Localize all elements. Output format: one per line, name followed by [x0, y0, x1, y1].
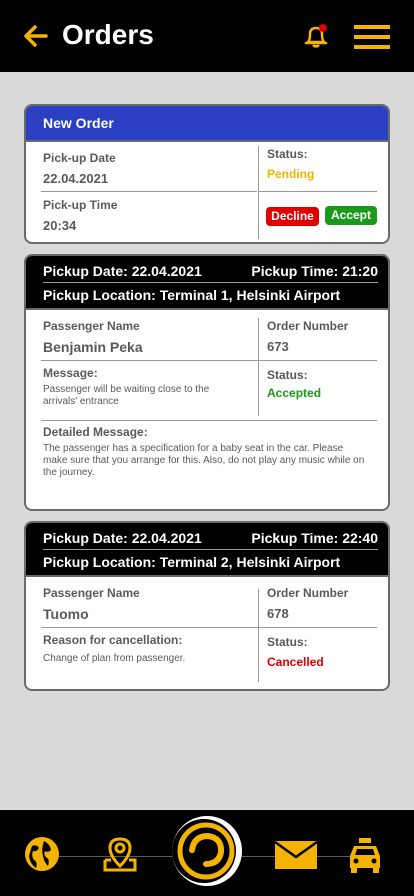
divider — [41, 627, 377, 628]
decline-button[interactable]: Decline — [266, 207, 319, 226]
taxi-icon[interactable] — [348, 836, 382, 874]
home-logo-icon[interactable] — [172, 814, 244, 888]
accept-button[interactable]: Accept — [325, 206, 377, 225]
divider — [258, 146, 259, 239]
map-pin-icon[interactable] — [102, 836, 138, 872]
status-label: Status: — [267, 147, 308, 161]
message-label: Message: — [43, 366, 98, 380]
pickup-location: Terminal 1, Helsinki Airport — [159, 287, 341, 303]
detailed-message-label: Detailed Message: — [43, 425, 148, 439]
passenger-name: Benjamin Peka — [43, 339, 143, 355]
order-header: Pickup Date: 22.04.2021 Pickup Time: 22:… — [26, 523, 388, 577]
pickup-date: 22.04.2021 — [131, 530, 202, 546]
new-order-card[interactable]: New Order Pick-up Date 22.04.2021 Pick-u… — [24, 104, 390, 244]
divider — [258, 318, 259, 416]
pickup-date: 22.04.2021 — [131, 263, 202, 279]
mail-icon[interactable] — [274, 840, 318, 870]
notification-bell-icon[interactable] — [302, 22, 330, 50]
app-header: Orders — [0, 0, 414, 72]
order-number-label: Order Number — [267, 319, 349, 333]
passenger-name-label: Passenger Name — [43, 586, 140, 600]
divider — [258, 191, 377, 192]
cancellation-reason-text: Change of plan from passenger. — [43, 653, 186, 664]
bottom-nav — [0, 810, 414, 896]
order-card[interactable]: Pickup Date: 22.04.2021 Pickup Time: 21:… — [24, 254, 390, 511]
back-arrow-icon[interactable] — [22, 22, 50, 50]
order-number: 673 — [267, 339, 289, 354]
divider — [41, 360, 377, 361]
new-order-heading: New Order — [26, 106, 388, 142]
page-title: Orders — [62, 19, 154, 50]
pickup-date-value: 22.04.2021 — [43, 171, 109, 186]
cancellation-reason-label: Reason for cancellation: — [43, 633, 183, 647]
pickup-time-label: Pick-up Time — [43, 198, 118, 212]
hamburger-menu-icon[interactable] — [354, 24, 390, 50]
status-value: Pending — [267, 167, 315, 181]
pickup-location: Terminal 2, Helsinki Airport — [159, 554, 341, 570]
pickup-time: 22:40 — [342, 530, 378, 546]
message-text: Passenger will be waiting close to the a… — [43, 384, 210, 407]
order-number: 678 — [267, 606, 289, 621]
pickup-time: 21:20 — [342, 263, 378, 279]
detailed-message-text: The passenger has a specification for a … — [43, 443, 365, 478]
status-value: Accepted — [267, 386, 322, 400]
pickup-date-label: Pick-up Date — [43, 151, 116, 165]
divider — [41, 420, 377, 421]
passenger-name: Tuomo — [43, 606, 89, 622]
status-label: Status: — [267, 635, 308, 649]
pickup-time-value: 20:34 — [43, 218, 77, 233]
divider — [258, 589, 259, 682]
order-header: Pickup Date: 22.04.2021 Pickup Time: 21:… — [26, 256, 388, 310]
passenger-name-label: Passenger Name — [43, 319, 140, 333]
divider — [41, 191, 257, 192]
order-number-label: Order Number — [267, 586, 349, 600]
status-value: Cancelled — [267, 655, 324, 669]
order-card[interactable]: Pickup Date: 22.04.2021 Pickup Time: 22:… — [24, 521, 390, 691]
globe-icon[interactable] — [24, 836, 60, 872]
status-label: Status: — [267, 368, 308, 382]
